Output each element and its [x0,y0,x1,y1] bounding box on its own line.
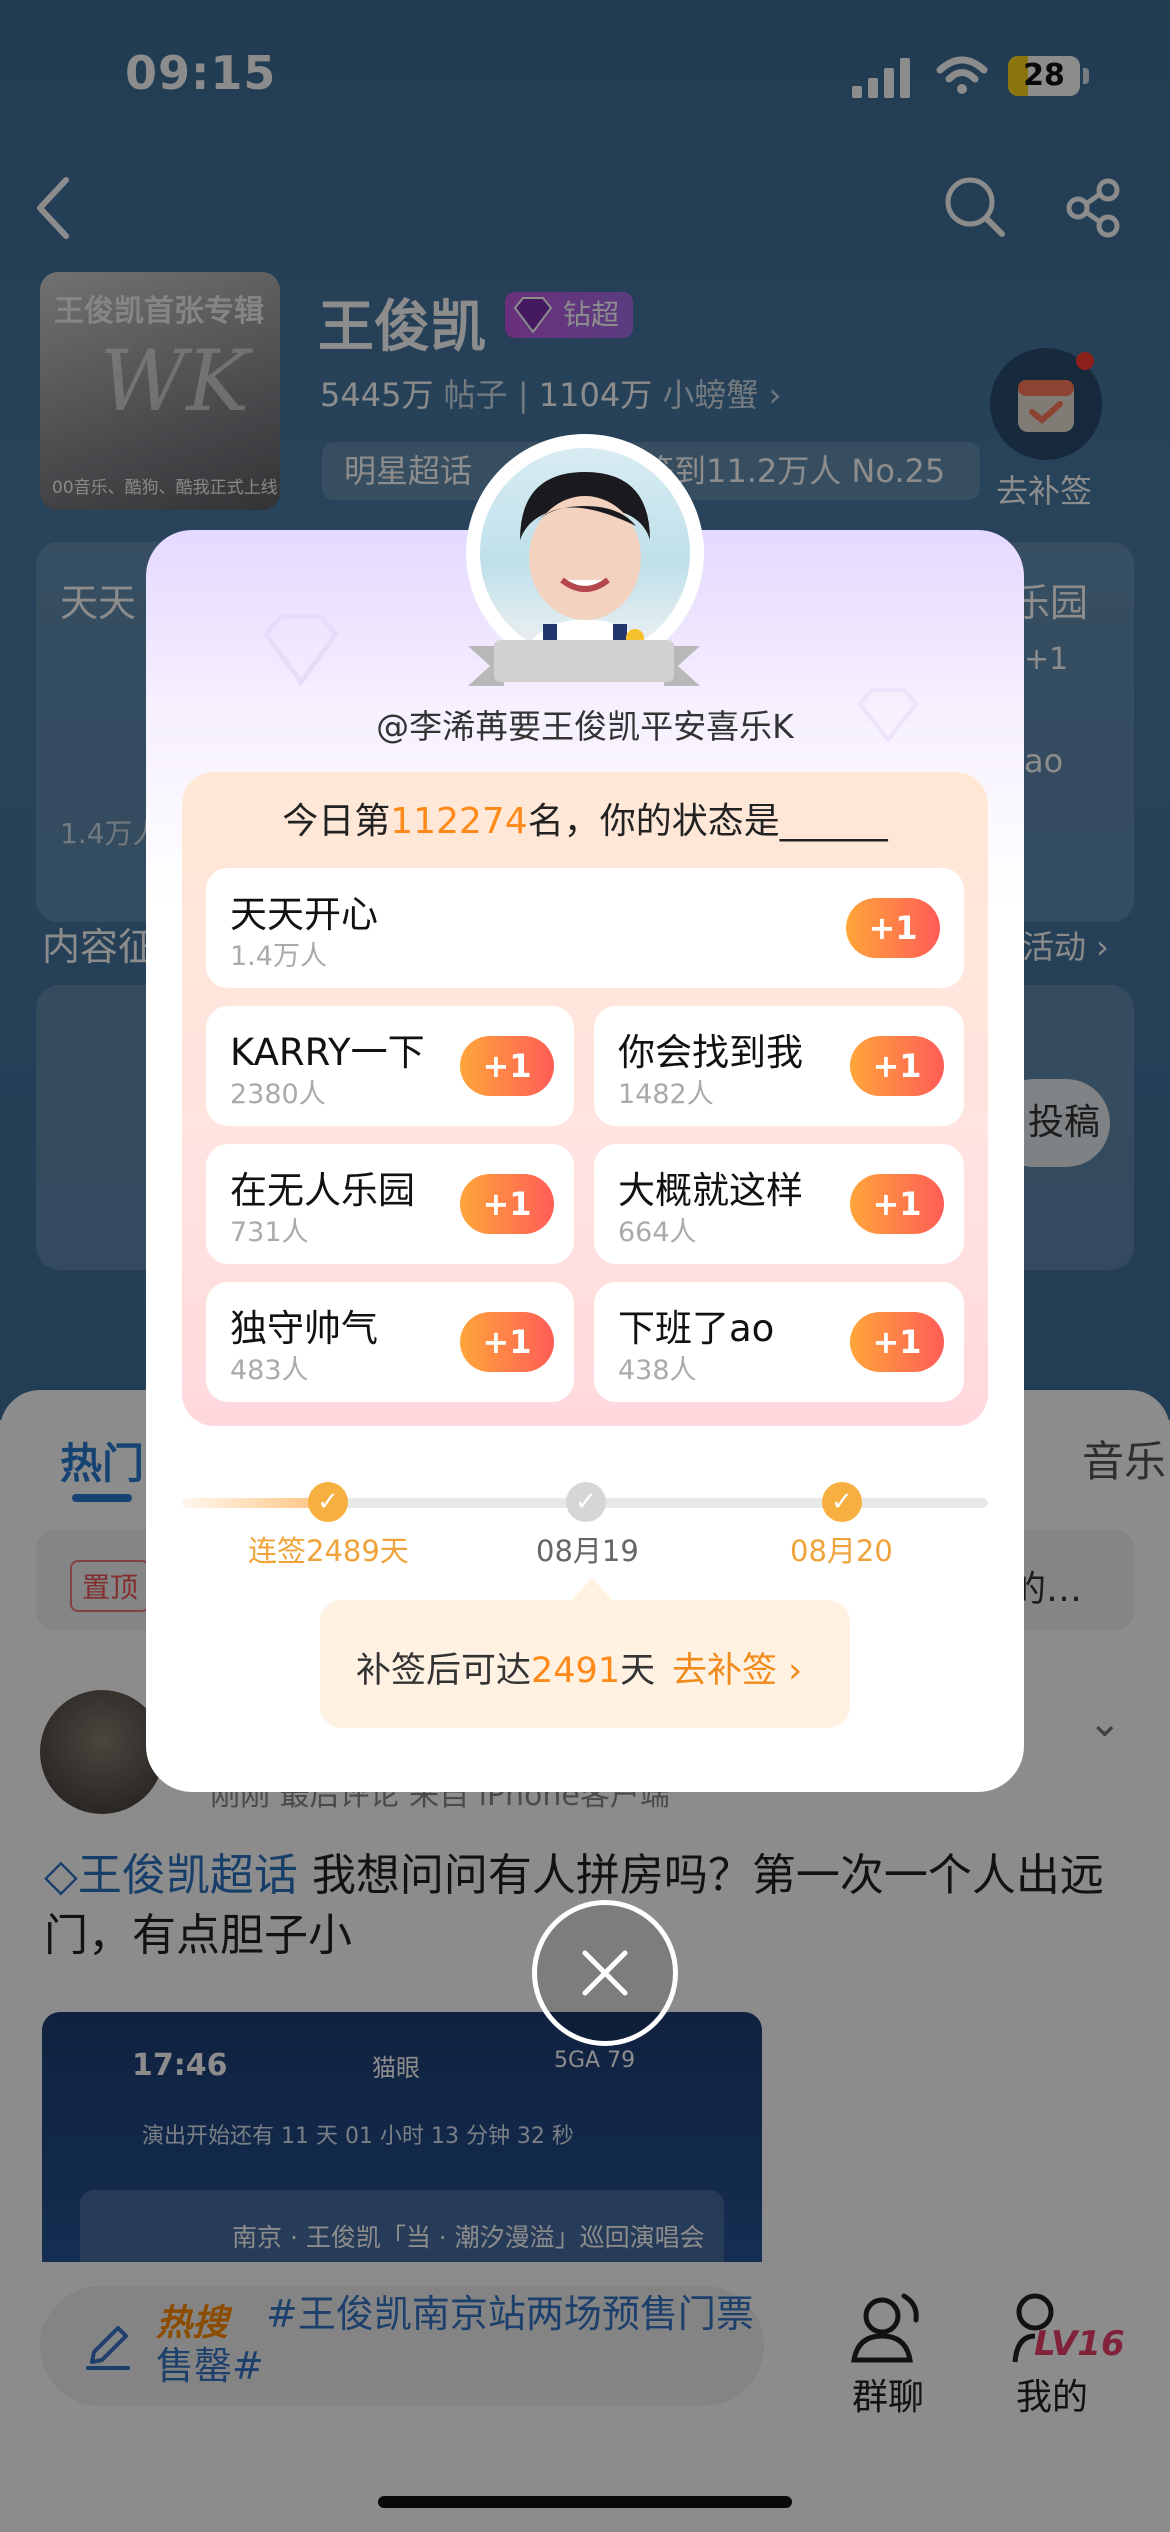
rank-prefix: 今日第 [282,801,391,842]
user-avatar [472,440,698,666]
check-icon: ✓ [566,1482,606,1522]
next-day-label: 08月20 [790,1534,893,1568]
makeup-checkin-button[interactable]: 去补签 › [672,1642,802,1693]
plus-one-button[interactable]: +1 [850,1036,944,1096]
rank-line: 今日第112274名，你的状态是______ [182,792,988,844]
mood-option-count: 1482人 [618,1079,714,1110]
callout-arrow [570,1578,614,1602]
mood-option-count: 483人 [230,1355,309,1386]
rank-number: 112274 [390,801,528,842]
mood-option[interactable]: 独守帅气 483人 +1 [206,1282,574,1402]
plus-one-button[interactable]: +1 [850,1174,944,1234]
mood-option[interactable]: 下班了ao 438人 +1 [594,1282,964,1402]
mood-option-label: 天天开心 [230,893,378,936]
mood-option[interactable]: 天天开心 1.4万人 +1 [206,868,964,988]
close-button[interactable] [532,1900,678,2046]
makeup-checkin-callout: 补签后可达2491天 去补签 › [320,1600,850,1728]
makeup-info: 补签后可达2491天 [356,1642,655,1693]
mood-option-count: 2380人 [230,1079,326,1110]
makeup-days: 2491 [531,1651,621,1691]
avatar-photo [520,472,650,658]
mood-option-count: 664人 [618,1217,697,1248]
mood-option[interactable]: KARRY一下 2380人 +1 [206,1006,574,1126]
mood-option[interactable]: 大概就这样 664人 +1 [594,1144,964,1264]
plus-one-button[interactable]: +1 [460,1036,554,1096]
username: @李浠苒要王俊凯平安喜乐K [376,707,794,746]
streak-label: 连签2489天 [248,1534,409,1568]
mood-option-count: 731人 [230,1217,309,1248]
plus-one-button[interactable]: +1 [460,1174,554,1234]
diamond-decoration-icon [262,613,340,687]
mood-option-label: KARRY一下 [230,1031,425,1074]
mood-option[interactable]: 你会找到我 1482人 +1 [594,1006,964,1126]
mood-option-label: 在无人乐园 [230,1169,415,1212]
rank-suffix: 名，你的状态是______ [527,801,888,842]
check-icon: ✓ [308,1482,348,1522]
avatar-ribbon [468,640,700,686]
check-icon: ✓ [822,1482,862,1522]
mood-option-label: 你会找到我 [618,1031,803,1074]
mood-option-count: 1.4万人 [230,941,327,972]
mood-option-label: 大概就这样 [618,1169,803,1212]
close-icon [582,1950,628,1996]
plus-one-button[interactable]: +1 [460,1312,554,1372]
mood-option-label: 下班了ao [618,1307,775,1350]
plus-one-button[interactable]: +1 [846,898,940,958]
makeup-prefix: 补签后可达 [356,1651,532,1691]
mood-option-label: 独守帅气 [230,1307,378,1350]
plus-one-button[interactable]: +1 [850,1312,944,1372]
mood-option[interactable]: 在无人乐园 731人 +1 [206,1144,574,1264]
mood-option-count: 438人 [618,1355,697,1386]
makeup-suffix: 天 [620,1651,656,1691]
missed-day-label: 08月19 [536,1534,639,1568]
